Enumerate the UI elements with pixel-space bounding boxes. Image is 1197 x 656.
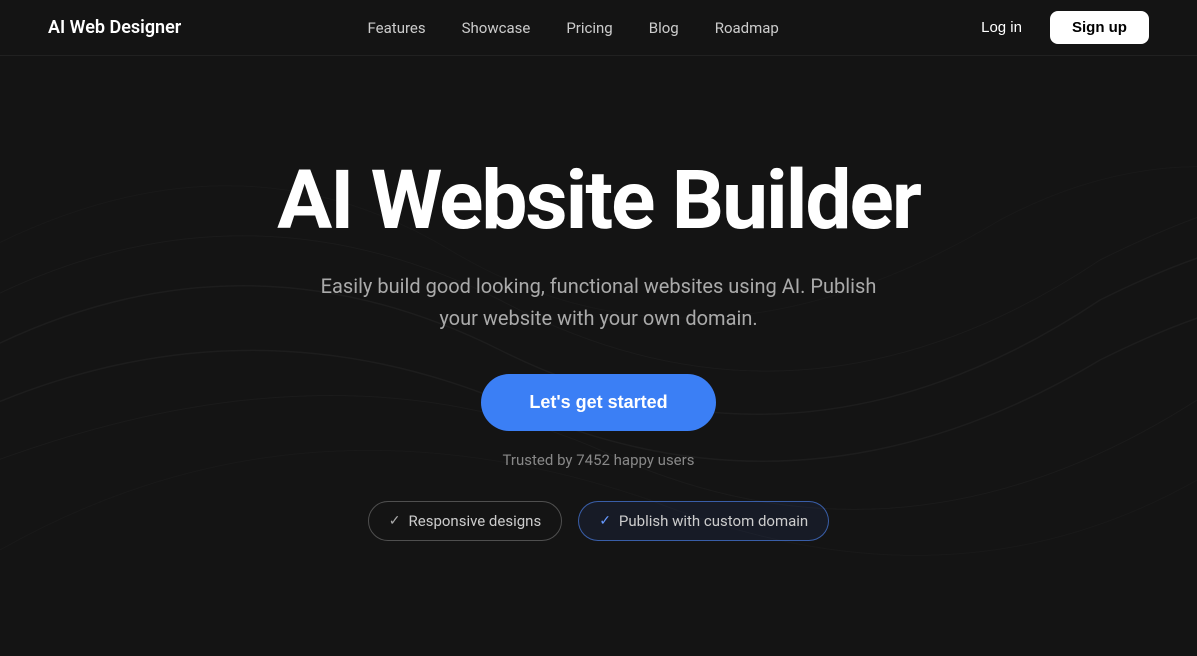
trusted-text: Trusted by 7452 happy users [503, 451, 695, 469]
nav-link-roadmap[interactable]: Roadmap [715, 19, 779, 37]
hero-title: AI Website Builder [277, 156, 920, 246]
hero-section: AI Website Builder Easily build good loo… [0, 56, 1197, 541]
check-icon-domain: ✓ [599, 513, 611, 529]
nav-logo: AI Web Designer [48, 17, 181, 38]
hero-subtitle: Easily build good looking, functional we… [319, 270, 879, 334]
cta-button[interactable]: Let's get started [481, 374, 715, 431]
badge-responsive-label: Responsive designs [409, 512, 542, 530]
login-button[interactable]: Log in [965, 11, 1038, 44]
nav-actions: Log in Sign up [965, 11, 1149, 44]
nav-link-showcase[interactable]: Showcase [462, 19, 531, 37]
badge-responsive[interactable]: ✓ Responsive designs [368, 501, 562, 541]
check-icon-responsive: ✓ [389, 513, 401, 529]
navbar: AI Web Designer Features Showcase Pricin… [0, 0, 1197, 56]
feature-badges: ✓ Responsive designs ✓ Publish with cust… [368, 501, 829, 541]
badge-domain[interactable]: ✓ Publish with custom domain [578, 501, 829, 541]
nav-links: Features Showcase Pricing Blog Roadmap [368, 18, 779, 37]
nav-link-blog[interactable]: Blog [649, 19, 679, 37]
badge-domain-label: Publish with custom domain [619, 512, 808, 530]
signup-button[interactable]: Sign up [1050, 11, 1149, 44]
nav-link-features[interactable]: Features [368, 19, 426, 37]
nav-link-pricing[interactable]: Pricing [566, 19, 612, 37]
